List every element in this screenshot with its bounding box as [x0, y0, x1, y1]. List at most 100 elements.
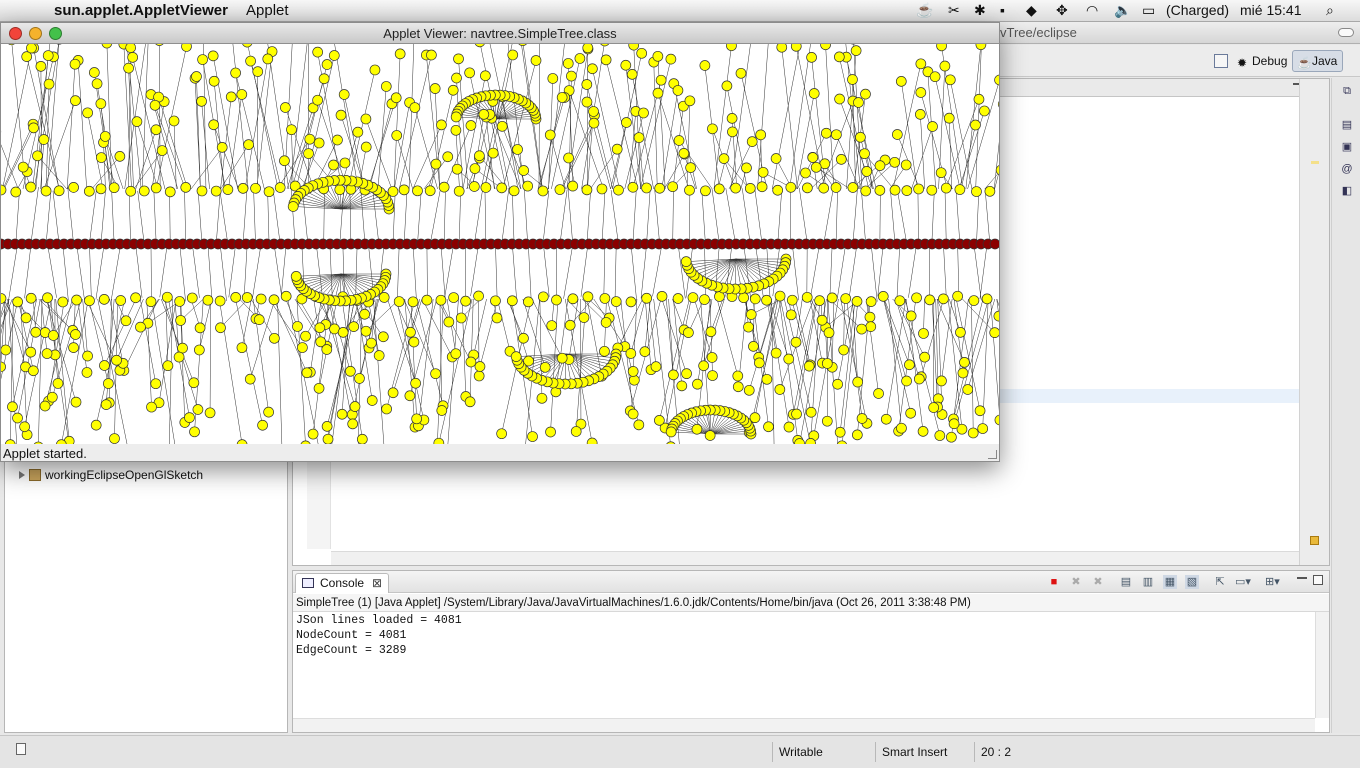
evernote-icon[interactable]: ▪ — [1000, 2, 1005, 18]
close-tab-icon[interactable]: ⊠ — [372, 576, 382, 590]
spotlight-icon[interactable]: ⌕ — [1326, 2, 1334, 19]
applet-title-bar[interactable]: Applet Viewer: navtree.SimpleTree.class — [1, 23, 999, 44]
console-output[interactable]: JSon lines loaded = 4081 NodeCount = 4081… — [296, 613, 462, 658]
tree-node — [800, 167, 811, 179]
tree-node — [286, 124, 297, 136]
console-vertical-scrollbar[interactable] — [1315, 612, 1329, 718]
root-node — [989, 238, 999, 250]
package-explorer[interactable]: workingEclipseOpenGlSketch — [4, 443, 288, 733]
coffee-icon[interactable]: ☕ — [916, 2, 933, 19]
display-console-icon[interactable]: ▭▾ — [1235, 575, 1251, 589]
overview-ruler[interactable] — [1299, 79, 1329, 565]
show-on-stderr-icon[interactable]: ▧ — [1185, 575, 1199, 589]
fast-view-icon[interactable] — [16, 743, 26, 755]
tree-edge — [47, 243, 57, 298]
tree-node — [314, 322, 326, 334]
cut-icon[interactable]: ✂ — [948, 2, 960, 19]
editor-horizontal-scrollbar[interactable] — [331, 551, 1299, 565]
tree-edge — [979, 243, 988, 299]
tree-edge — [542, 190, 550, 245]
tree-node — [770, 153, 782, 164]
tree-node — [301, 367, 313, 379]
tree-node — [851, 296, 863, 307]
resize-grip-icon[interactable] — [988, 450, 997, 459]
tree-node — [39, 400, 51, 412]
console-horizontal-scrollbar[interactable] — [293, 718, 1315, 732]
tree-node — [448, 292, 460, 303]
clock[interactable]: mié 15:41 — [1240, 2, 1301, 18]
restore-icon[interactable]: ⧉ — [1340, 84, 1354, 98]
dropbox-icon[interactable]: ◆ — [1026, 2, 1037, 19]
clear-console-icon[interactable]: ▤ — [1119, 575, 1133, 589]
tab-console[interactable]: Console ⊠ — [295, 573, 390, 593]
tree-node — [847, 74, 858, 85]
expand-arrow-icon[interactable] — [19, 471, 25, 479]
tree-node — [959, 357, 970, 368]
tree-node — [70, 95, 81, 106]
open-perspective-icon[interactable] — [1214, 54, 1228, 68]
tree-canvas[interactable] — [1, 44, 999, 444]
battery-icon[interactable]: ▭ — [1142, 2, 1155, 19]
wifi-icon[interactable]: ◠ — [1086, 2, 1098, 19]
tree-node — [436, 119, 447, 131]
volume-icon[interactable]: 🔈 — [1114, 2, 1131, 19]
tree-node — [763, 421, 774, 433]
tree-node — [408, 336, 420, 348]
tree-node — [803, 360, 815, 372]
hierarchy-view-icon[interactable]: ▣ — [1340, 140, 1354, 154]
tree-node — [196, 185, 208, 197]
tree-node — [230, 67, 241, 79]
perspective-debug-button[interactable]: ✹ Debug — [1232, 50, 1293, 72]
tree-node — [889, 156, 901, 168]
scroll-lock-icon[interactable]: ▥ — [1141, 575, 1155, 589]
console-tab-label: Console — [320, 576, 365, 590]
move-icon[interactable]: ✥ — [1056, 2, 1068, 19]
remove-all-launches-icon[interactable]: ✖ — [1091, 575, 1105, 589]
console-minimize-icon[interactable] — [1297, 576, 1307, 579]
tree-node — [913, 373, 925, 385]
tree-edge — [179, 243, 186, 302]
tree-node — [681, 368, 692, 380]
tree-node — [748, 341, 759, 352]
tree-edge — [809, 243, 820, 301]
app-menu-name[interactable]: sun.applet.AppletViewer — [54, 2, 228, 19]
tree-node — [873, 388, 884, 399]
tree-node — [216, 142, 228, 153]
tree-edge — [394, 102, 410, 190]
tree-node — [208, 75, 220, 87]
tree-edge — [45, 190, 52, 245]
perspective-java-button[interactable]: ☕Java — [1292, 50, 1344, 72]
tree-node — [404, 390, 416, 402]
tree-edge — [76, 243, 85, 301]
toolbar-toggle-button[interactable] — [1338, 28, 1354, 37]
javadoc-view-icon[interactable]: @ — [1340, 162, 1354, 176]
applet-menu[interactable]: Applet — [246, 2, 289, 19]
tree-node — [512, 144, 523, 155]
declaration-view-icon[interactable]: ◧ — [1340, 184, 1354, 198]
console-tab-bar: Console ⊠ ■ ✖ ✖ ▤ ▥ ▦ ▧ ⇱ ▭▾ ⊞▾ — [293, 571, 1329, 593]
tree-edge — [501, 126, 528, 190]
tree-edge — [398, 54, 432, 190]
tree-node — [790, 336, 802, 348]
warning-marker[interactable] — [1311, 161, 1319, 164]
show-on-stdout-icon[interactable]: ▦ — [1163, 575, 1177, 589]
pin-console-icon[interactable]: ⇱ — [1213, 575, 1227, 589]
tree-edge — [985, 191, 991, 245]
tree-edge — [219, 298, 243, 444]
tree-node — [810, 161, 822, 173]
tree-item-project[interactable]: workingEclipseOpenGlSketch — [19, 468, 203, 482]
star-icon[interactable]: ✱ — [974, 2, 986, 19]
tree-edge — [568, 63, 574, 190]
tree-node — [783, 421, 795, 433]
tree-edge — [603, 243, 606, 299]
tree-node — [465, 356, 477, 368]
outline-view-icon[interactable]: ▤ — [1340, 118, 1354, 132]
terminate-icon[interactable]: ■ — [1047, 575, 1061, 589]
tree-node — [127, 51, 138, 63]
tree-node — [192, 404, 204, 415]
open-console-icon[interactable]: ⊞▾ — [1265, 575, 1280, 589]
tree-edge — [886, 298, 907, 420]
tree-edge — [837, 298, 854, 385]
console-maximize-icon[interactable] — [1313, 575, 1323, 585]
remove-launch-icon[interactable]: ✖ — [1069, 575, 1083, 589]
